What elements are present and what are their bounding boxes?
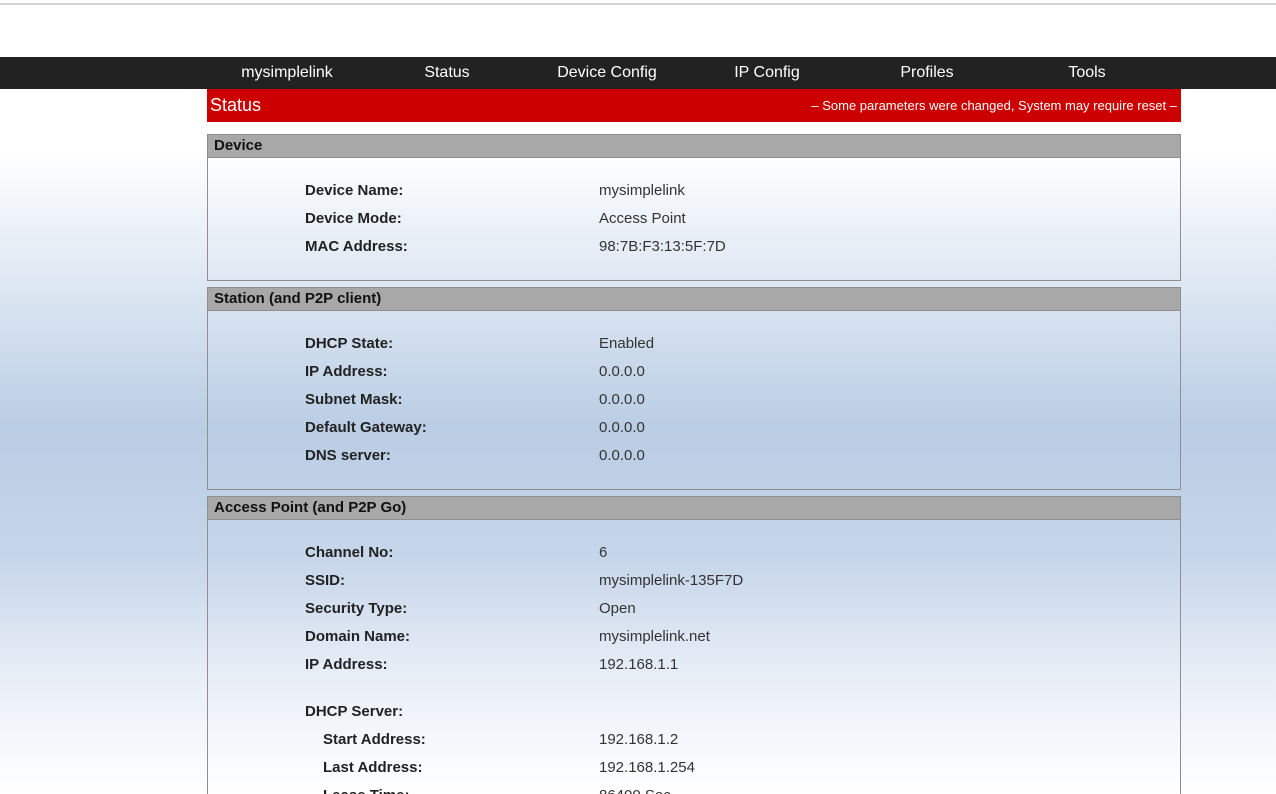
access-point-section-header: Access Point (and P2P Go)	[208, 497, 1180, 520]
channel-no-label: Channel No:	[305, 544, 394, 561]
station-ip-value: 0.0.0.0	[599, 363, 645, 380]
subnet-mask-label: Subnet Mask:	[305, 391, 403, 408]
device-name-value: mysimplelink	[599, 182, 685, 199]
domain-name-label: Domain Name:	[305, 628, 411, 645]
lease-time-label: Lease Time:	[323, 782, 409, 794]
device-name-label: Device Name:	[305, 182, 404, 199]
domain-name-value: mysimplelink.net	[599, 628, 710, 645]
default-gateway-value: 0.0.0.0	[599, 419, 645, 436]
start-address-value: 192.168.1.2	[599, 731, 679, 748]
default-gateway-label: Default Gateway:	[305, 419, 427, 436]
nav-device-config[interactable]: Device Config	[527, 57, 687, 89]
ssid-label: SSID:	[305, 572, 346, 589]
page-title-bar: Status – Some parameters were changed, S…	[207, 89, 1181, 122]
nav-ip-config[interactable]: IP Config	[687, 57, 847, 89]
page-title: Status	[210, 95, 262, 115]
station-ip-label: IP Address:	[305, 363, 388, 380]
device-mode-value: Access Point	[599, 210, 686, 227]
device-mode-label: Device Mode:	[305, 210, 402, 227]
top-nav: mysimplelink Status Device Config IP Con…	[0, 57, 1276, 89]
station-section: Station (and P2P client) DHCP State: Ena…	[207, 287, 1181, 490]
security-type-label: Security Type:	[305, 600, 408, 617]
dhcp-state-label: DHCP State:	[305, 335, 394, 352]
browser-top-rule	[0, 3, 1276, 5]
dhcp-state-value: Enabled	[599, 335, 655, 352]
device-section: Device Device Name: mysimplelink Device …	[207, 134, 1181, 281]
nav-home-mysimplelink[interactable]: mysimplelink	[207, 57, 367, 89]
ssid-value: mysimplelink-135F7D	[599, 572, 744, 589]
start-address-label: Start Address:	[323, 731, 426, 748]
reset-warning: – Some parameters were changed, System m…	[811, 98, 1177, 113]
station-section-header: Station (and P2P client)	[208, 288, 1180, 311]
nav-profiles[interactable]: Profiles	[847, 57, 1007, 89]
dhcp-server-label: DHCP Server:	[305, 703, 404, 720]
last-address-value: 192.168.1.254	[599, 759, 695, 776]
subnet-mask-value: 0.0.0.0	[599, 391, 645, 408]
nav-status[interactable]: Status	[367, 57, 527, 89]
mac-address-label: MAC Address:	[305, 238, 408, 255]
ap-ip-address-label: IP Address:	[305, 656, 388, 673]
dns-server-value: 0.0.0.0	[599, 447, 645, 464]
mac-address-value: 98:7B:F3:13:5F:7D	[599, 238, 726, 255]
lease-time-value: 86400 Sec	[599, 782, 671, 794]
dns-server-label: DNS server:	[305, 447, 391, 464]
ap-ip-address-value: 192.168.1.1	[599, 656, 679, 673]
security-type-value: Open	[599, 600, 636, 617]
access-point-section: Access Point (and P2P Go) Channel No: 6 …	[207, 496, 1181, 794]
channel-no-value: 6	[599, 544, 608, 561]
last-address-label: Last Address:	[323, 759, 423, 776]
nav-tools[interactable]: Tools	[1007, 57, 1167, 89]
device-section-header: Device	[208, 135, 1180, 158]
